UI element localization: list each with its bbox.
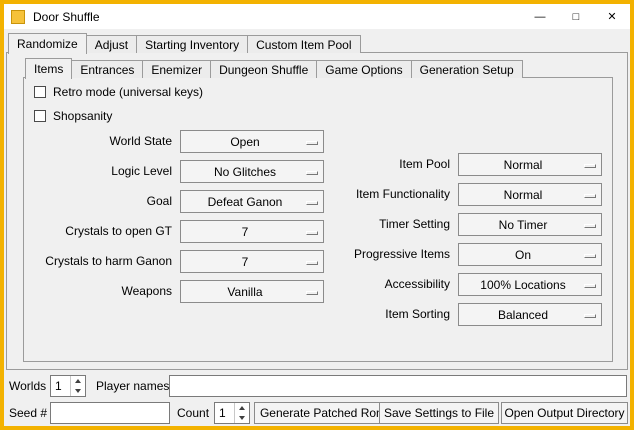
window-controls: — □ ✕ xyxy=(522,4,630,29)
world-state-dropdown[interactable]: Open xyxy=(180,130,324,153)
world-state-label: World State xyxy=(24,130,172,153)
dropdown-indicator-icon xyxy=(306,261,318,265)
form-row: Crystals to harm Ganon 7 Accessibility 1… xyxy=(24,250,612,273)
stepper-arrows xyxy=(70,376,85,396)
close-icon[interactable]: ✕ xyxy=(594,4,630,29)
dropdown-indicator-icon xyxy=(306,201,318,205)
crystals-gt-dropdown[interactable]: 7 xyxy=(180,220,324,243)
tab-game-options[interactable]: Game Options xyxy=(316,60,411,78)
form-row: Logic Level No Glitches Item Functionali… xyxy=(24,160,612,183)
crystals-gt-label: Crystals to open GT xyxy=(24,220,172,243)
stepper-up-icon[interactable] xyxy=(235,403,249,413)
seed-label: Seed # xyxy=(9,402,47,424)
generate-patched-rom-button[interactable]: Generate Patched Rom xyxy=(254,402,392,424)
logic-level-label: Logic Level xyxy=(24,160,172,183)
retro-mode-row: Retro mode (universal keys) xyxy=(34,84,203,100)
shopsanity-row: Shopsanity xyxy=(34,108,112,124)
tab-generation-setup[interactable]: Generation Setup xyxy=(411,60,523,78)
goal-label: Goal xyxy=(24,190,172,213)
logic-level-dropdown[interactable]: No Glitches xyxy=(180,160,324,183)
weapons-dropdown[interactable]: Vanilla xyxy=(180,280,324,303)
dropdown-indicator-icon xyxy=(306,171,318,175)
crystals-ganon-dropdown[interactable]: 7 xyxy=(180,250,324,273)
items-panel: Retro mode (universal keys) Shopsanity W… xyxy=(23,77,613,362)
inner-tab-bar: Items Entrances Enemizer Dungeon Shuffle… xyxy=(25,57,522,78)
count-label: Count xyxy=(177,402,209,424)
window-title: Door Shuffle xyxy=(33,10,100,24)
crystals-ganon-label: Crystals to harm Ganon xyxy=(24,250,172,273)
app-icon xyxy=(11,10,25,24)
door-shuffle-window: Door Shuffle — □ ✕ Randomize Adjust Star… xyxy=(0,0,634,430)
tab-adjust[interactable]: Adjust xyxy=(86,35,137,53)
minimize-icon[interactable]: — xyxy=(522,4,558,29)
shopsanity-label: Shopsanity xyxy=(53,109,112,123)
tab-custom-item-pool[interactable]: Custom Item Pool xyxy=(247,35,360,53)
dropdown-indicator-icon xyxy=(306,231,318,235)
tab-randomize[interactable]: Randomize xyxy=(8,33,87,54)
item-sorting-label: Item Sorting xyxy=(320,303,450,326)
tab-enemizer[interactable]: Enemizer xyxy=(142,60,211,78)
form-row: World State Open Item Pool Normal xyxy=(24,130,612,153)
form-row: Crystals to open GT 7 Progressive Items … xyxy=(24,220,612,243)
stepper-up-icon[interactable] xyxy=(71,376,85,386)
dropdown-indicator-icon xyxy=(306,291,318,295)
player-names-input[interactable] xyxy=(169,375,627,397)
open-output-directory-button[interactable]: Open Output Directory xyxy=(501,402,628,424)
seed-input[interactable] xyxy=(50,402,170,424)
tab-items[interactable]: Items xyxy=(25,58,72,79)
count-stepper[interactable]: 1 xyxy=(214,402,250,424)
dropdown-indicator-icon xyxy=(306,141,318,145)
outer-tab-bar: Randomize Adjust Starting Inventory Cust… xyxy=(8,32,360,53)
tab-starting-inventory[interactable]: Starting Inventory xyxy=(136,35,248,53)
form-row: Weapons Vanilla Item Sorting Balanced xyxy=(24,280,612,303)
weapons-label: Weapons xyxy=(24,280,172,303)
item-sorting-dropdown[interactable]: Balanced xyxy=(458,303,602,326)
tab-dungeon-shuffle[interactable]: Dungeon Shuffle xyxy=(210,60,317,78)
goal-dropdown[interactable]: Defeat Ganon xyxy=(180,190,324,213)
dropdown-indicator-icon xyxy=(584,314,596,318)
save-settings-button[interactable]: Save Settings to File xyxy=(379,402,499,424)
stepper-down-icon[interactable] xyxy=(71,386,85,396)
tab-entrances[interactable]: Entrances xyxy=(71,60,143,78)
titlebar: Door Shuffle — □ ✕ xyxy=(4,4,630,29)
retro-mode-checkbox[interactable] xyxy=(34,86,46,98)
worlds-stepper[interactable]: 1 xyxy=(50,375,86,397)
shopsanity-checkbox[interactable] xyxy=(34,110,46,122)
maximize-icon[interactable]: □ xyxy=(558,4,594,29)
retro-mode-label: Retro mode (universal keys) xyxy=(53,85,203,99)
randomize-panel: Items Entrances Enemizer Dungeon Shuffle… xyxy=(6,52,628,370)
form-row: Goal Defeat Ganon Timer Setting No Timer xyxy=(24,190,612,213)
player-names-label: Player names xyxy=(96,375,169,397)
worlds-label: Worlds xyxy=(9,375,46,397)
stepper-down-icon[interactable] xyxy=(235,413,249,423)
stepper-arrows xyxy=(234,403,249,423)
